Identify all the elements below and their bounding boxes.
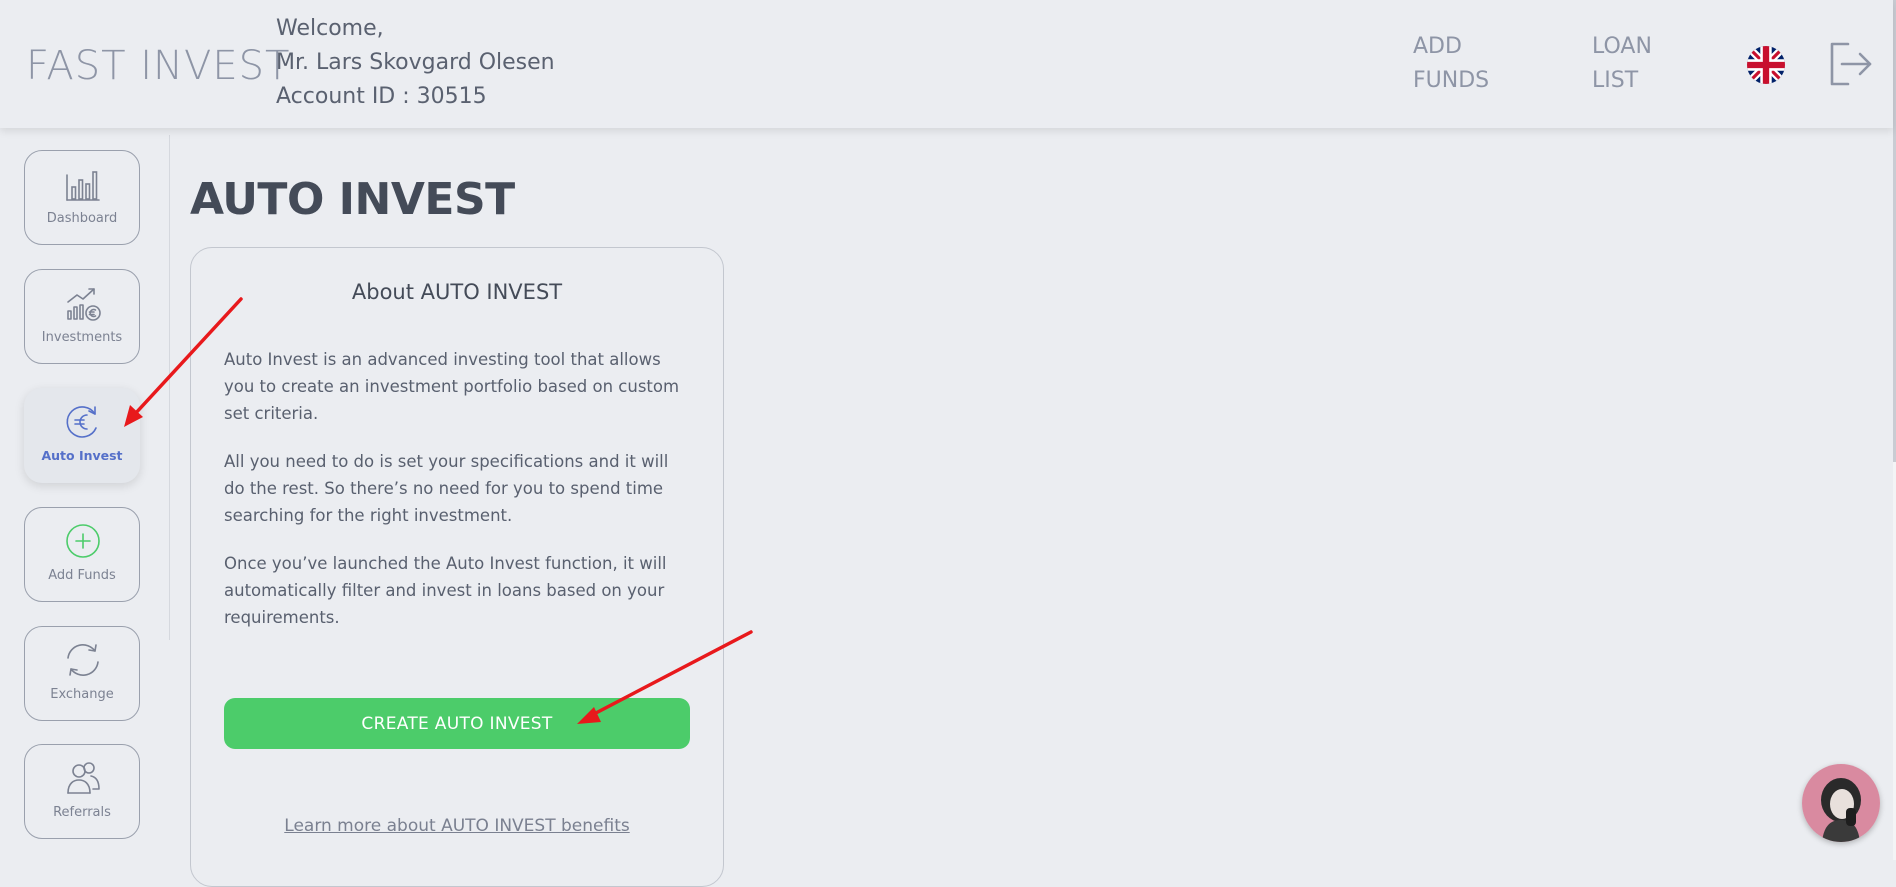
sidebar-item-label: Dashboard	[46, 211, 118, 226]
bar-chart-icon	[66, 171, 100, 201]
sidebar-divider	[169, 135, 170, 640]
page-title: AUTO INVEST	[190, 174, 515, 225]
fast-invest-logo[interactable]: FAST INVEST	[26, 44, 290, 88]
users-icon	[67, 762, 100, 794]
sidebar-item-add-funds[interactable]: Add Funds	[24, 507, 140, 602]
sidebar-item-label: Investments	[41, 330, 123, 345]
growth-chart-euro-icon	[67, 288, 101, 321]
sidebar-item-investments[interactable]: Investments	[24, 269, 140, 364]
card-paragraph: Once you’ve launched the Auto Invest fun…	[224, 554, 667, 627]
nav-loan-list-line2: LIST	[1592, 68, 1639, 93]
plus-circle-icon	[66, 524, 100, 558]
nav-add-funds-link[interactable]: ADD FUNDS	[1413, 30, 1523, 98]
welcome-block: Welcome, Mr. Lars Skovgard Olesen Accoun…	[276, 12, 555, 114]
logout-icon[interactable]	[1826, 40, 1874, 88]
sidebar-item-label: Add Funds	[48, 568, 116, 583]
welcome-greeting: Welcome,	[276, 16, 384, 41]
learn-more-link[interactable]: Learn more about AUTO INVEST benefits	[191, 816, 723, 836]
about-auto-invest-card: About AUTO INVEST Auto Invest is an adva…	[190, 247, 724, 887]
card-paragraph: All you need to do is set your specifica…	[224, 452, 669, 525]
account-id: Account ID : 30515	[276, 84, 487, 109]
sidebar-item-label: Auto Invest	[41, 448, 123, 463]
sidebar-item-label: Exchange	[50, 687, 114, 702]
support-agent-avatar-icon	[1802, 764, 1880, 842]
exchange-arrows-icon	[67, 644, 99, 676]
support-chat-avatar[interactable]	[1802, 764, 1880, 842]
card-paragraph: Auto Invest is an advanced investing too…	[224, 350, 680, 423]
sidebar-item-referrals[interactable]: Referrals	[24, 744, 140, 839]
euro-refresh-icon	[66, 406, 97, 438]
sidebar-item-exchange[interactable]: Exchange	[24, 626, 140, 721]
nav-loan-list-link[interactable]: LOAN LIST	[1592, 30, 1702, 98]
nav-add-funds-line2: FUNDS	[1413, 68, 1490, 93]
top-header: FAST INVEST Welcome, Mr. Lars Skovgard O…	[0, 0, 1893, 128]
card-title: About AUTO INVEST	[351, 280, 563, 304]
create-auto-invest-button[interactable]: CREATE AUTO INVEST	[224, 698, 690, 749]
user-name: Mr. Lars Skovgard Olesen	[276, 50, 555, 75]
sidebar-item-auto-invest[interactable]: Auto Invest	[24, 388, 140, 483]
sidebar-item-label: Referrals	[53, 805, 111, 820]
uk-flag-icon[interactable]	[1747, 46, 1785, 84]
nav-add-funds-line1: ADD	[1413, 34, 1462, 59]
nav-loan-list-line1: LOAN	[1592, 34, 1652, 59]
sidebar-item-dashboard[interactable]: Dashboard	[24, 150, 140, 245]
